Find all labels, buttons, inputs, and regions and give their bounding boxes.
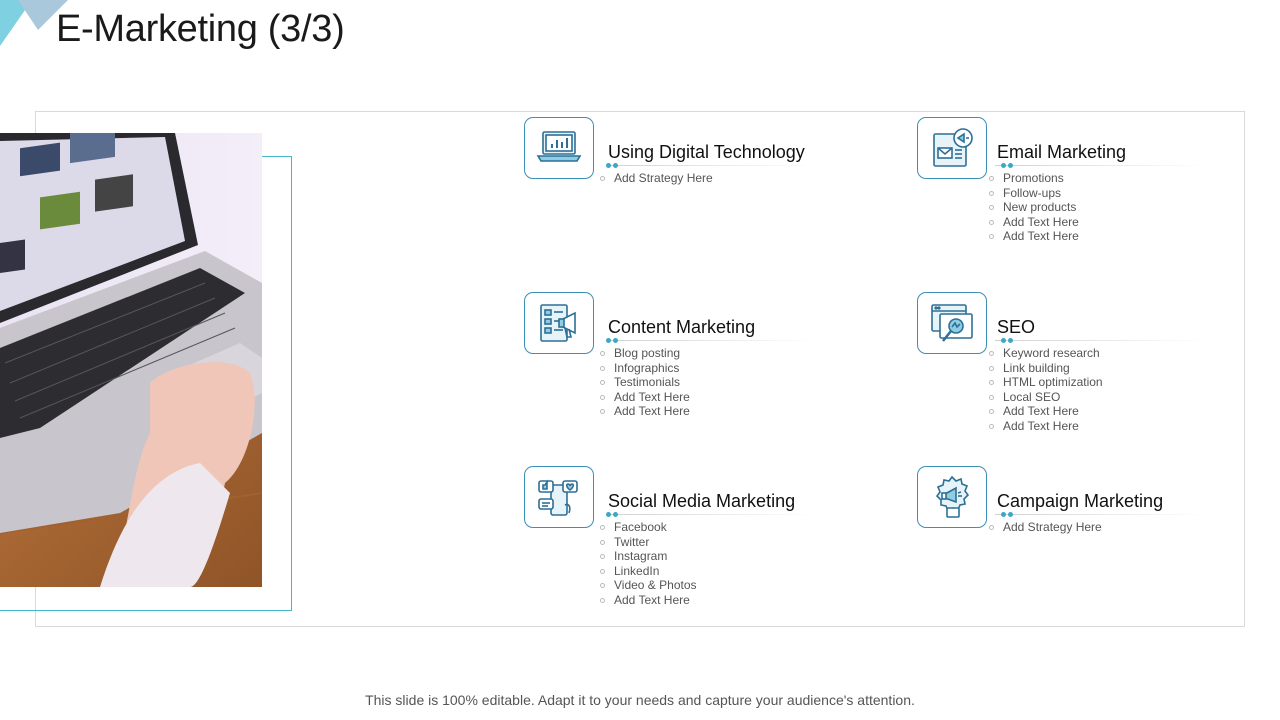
list-item: Keyword research xyxy=(989,346,1103,361)
list-item: Blog posting xyxy=(600,346,690,361)
content-megaphone-icon xyxy=(524,292,594,354)
title-divider xyxy=(995,165,1205,166)
list-item: Video & Photos xyxy=(600,578,697,593)
laptop-chart-icon xyxy=(524,117,594,179)
list-item: Local SEO xyxy=(989,390,1103,405)
list-item: Link building xyxy=(989,361,1103,376)
title-divider xyxy=(995,514,1205,515)
accent-dot xyxy=(1001,338,1006,343)
title-divider xyxy=(995,340,1205,341)
list-item: Add Strategy Here xyxy=(989,520,1102,535)
card-list: Keyword research Link building HTML opti… xyxy=(989,346,1103,433)
accent-dot xyxy=(1001,163,1006,168)
accent-dot xyxy=(1001,512,1006,517)
card-title: SEO xyxy=(997,317,1036,337)
seo-browser-search-icon xyxy=(917,292,987,354)
card-title: Social Media Marketing xyxy=(608,491,796,511)
campaign-badge-icon xyxy=(917,466,987,528)
laptop-photo xyxy=(0,133,262,587)
list-item: Add Strategy Here xyxy=(600,171,713,186)
title-divider xyxy=(606,514,816,515)
list-item: Add Text Here xyxy=(989,404,1103,419)
card-list: Facebook Twitter Instagram LinkedIn Vide… xyxy=(600,520,697,607)
list-item: LinkedIn xyxy=(600,564,697,579)
list-item: Promotions xyxy=(989,171,1079,186)
accent-dot xyxy=(613,338,618,343)
title-divider xyxy=(606,340,816,341)
list-item: Add Text Here xyxy=(600,404,690,419)
accent-dot xyxy=(606,338,611,343)
list-item: Add Text Here xyxy=(989,215,1079,230)
list-item: Add Text Here xyxy=(600,593,697,608)
list-item: Follow-ups xyxy=(989,186,1079,201)
list-item: HTML optimization xyxy=(989,375,1103,390)
list-item: Testimonials xyxy=(600,375,690,390)
title-divider xyxy=(606,165,816,166)
list-item: Infographics xyxy=(600,361,690,376)
list-item: Twitter xyxy=(600,535,697,550)
card-title: Content Marketing xyxy=(608,317,756,337)
card-list: Promotions Follow-ups New products Add T… xyxy=(989,171,1079,244)
card-title: Email Marketing xyxy=(997,142,1127,162)
accent-dot xyxy=(1008,512,1013,517)
page-title: E-Marketing (3/3) xyxy=(56,8,345,50)
accent-dot xyxy=(606,512,611,517)
accent-dot xyxy=(1008,338,1013,343)
card-list: Blog posting Infographics Testimonials A… xyxy=(600,346,690,419)
accent-dot xyxy=(606,163,611,168)
accent-dot xyxy=(1008,163,1013,168)
card-title: Using Digital Technology xyxy=(608,142,805,162)
list-item: Add Text Here xyxy=(989,229,1079,244)
footer-note: This slide is 100% editable. Adapt it to… xyxy=(365,692,915,708)
list-item: Instagram xyxy=(600,549,697,564)
email-megaphone-icon xyxy=(917,117,987,179)
list-item: New products xyxy=(989,200,1079,215)
accent-dot xyxy=(613,512,618,517)
card-list: Add Strategy Here xyxy=(989,520,1102,535)
social-media-icon xyxy=(524,466,594,528)
accent-dot xyxy=(613,163,618,168)
list-item: Add Text Here xyxy=(600,390,690,405)
card-list: Add Strategy Here xyxy=(600,171,713,186)
list-item: Add Text Here xyxy=(989,419,1103,434)
list-item: Facebook xyxy=(600,520,697,535)
card-title: Campaign Marketing xyxy=(997,491,1164,511)
